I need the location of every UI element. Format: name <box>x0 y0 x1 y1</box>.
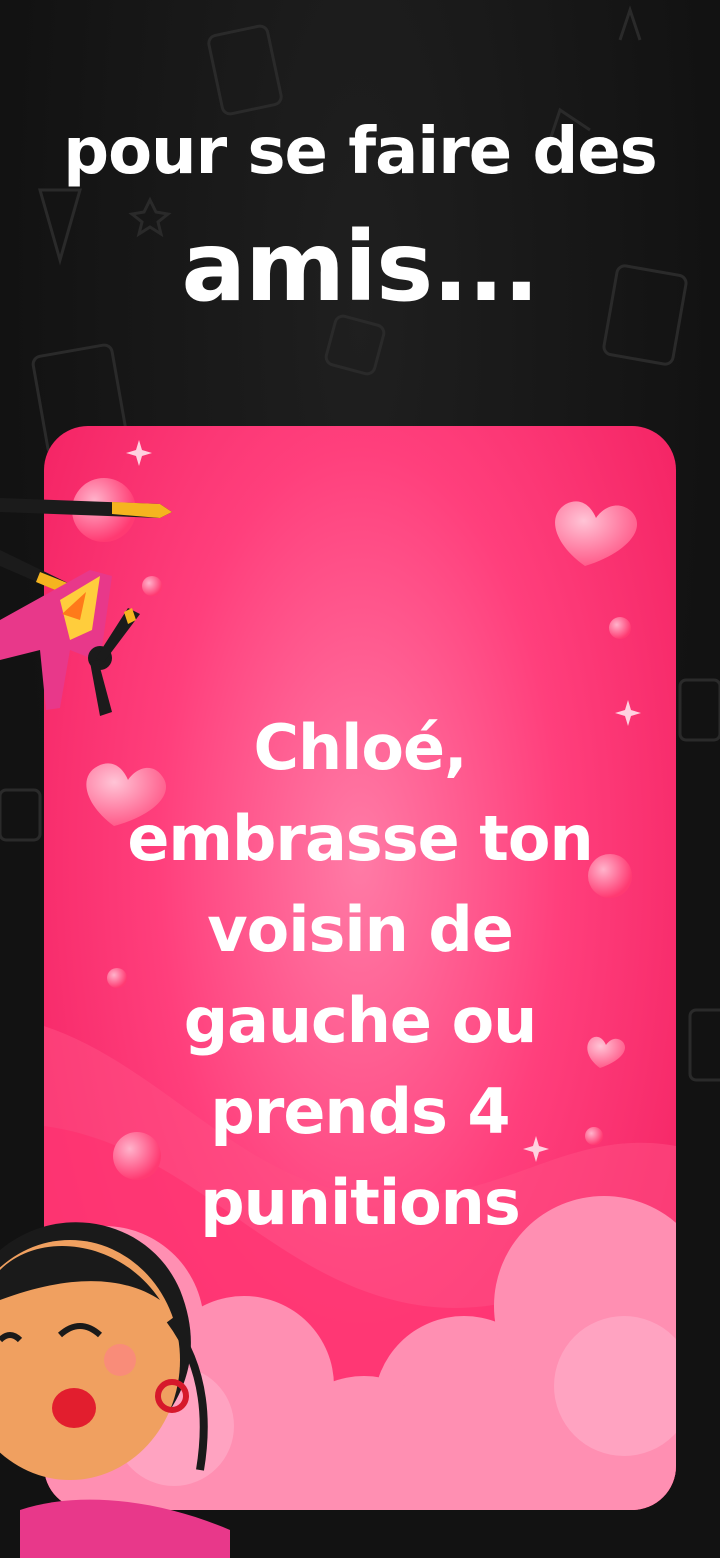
sparkle-icon <box>615 700 641 726</box>
dare-text-line: voisin de <box>207 893 514 966</box>
headline-line2: amis... <box>181 211 539 323</box>
dare-text: Chloé, embrasse ton voisin de gauche ou … <box>104 702 616 1248</box>
bubble-icon <box>609 617 631 639</box>
heart-icon <box>555 501 638 566</box>
sparkle-icon <box>126 440 152 466</box>
dare-text-line: embrasse ton <box>127 802 593 875</box>
helicopter-icon <box>0 498 172 716</box>
dare-text-line: prends 4 <box>210 1075 510 1148</box>
app-screen: pour se faire des amis... Chloé, embrass… <box>0 0 720 1558</box>
dare-text-line: Chloé, <box>253 711 467 784</box>
girl-kiss-avatar <box>0 1222 230 1558</box>
headline-line1: pour se faire des <box>63 115 658 189</box>
dare-text-line: gauche ou <box>183 984 538 1057</box>
